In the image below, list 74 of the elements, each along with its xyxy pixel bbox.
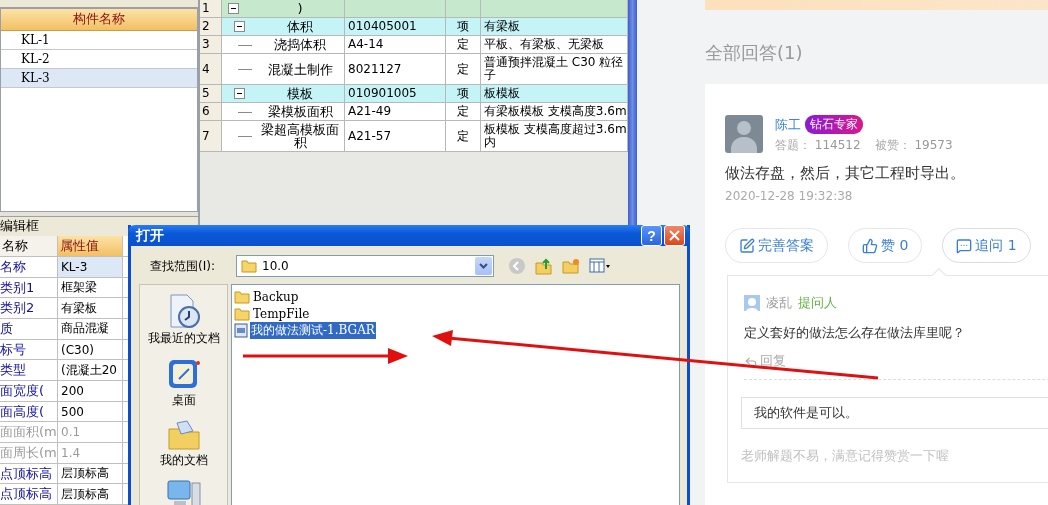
user-icon: [744, 295, 760, 311]
document-icon: [234, 323, 248, 338]
property-value[interactable]: 500: [58, 401, 123, 423]
stat-value: 114512: [814, 138, 861, 152]
expert-badge: 钻石专家: [805, 115, 863, 134]
row-number: 6: [200, 103, 222, 121]
desktop-icon: [166, 357, 201, 391]
table-cell-text: 体积: [286, 18, 314, 35]
avatar-placeholder: [725, 115, 763, 153]
property-value[interactable]: 商品混凝: [58, 319, 123, 340]
timestamp: 2020-12-28 19:32:38: [725, 189, 854, 203]
table-cell-text: 混凝土制作: [266, 60, 334, 79]
edit-icon: [739, 237, 755, 254]
property-value[interactable]: 层顶标高: [58, 463, 123, 485]
reply-icon: [744, 354, 758, 368]
column-header: 属性值: [58, 236, 123, 257]
chevron-down-icon: [479, 263, 488, 269]
table-cell-text: 模板: [286, 85, 314, 102]
up-folder-icon[interactable]: [535, 257, 553, 275]
property-value[interactable]: (混凝土20: [58, 360, 123, 382]
file-name[interactable]: 我的做法测试-1.BGAR: [250, 322, 376, 339]
answer-text: 做法存盘，然后，其它工程时导出。: [725, 164, 966, 183]
table-cell-text: ): [296, 0, 304, 17]
stat-label: 被赞：: [874, 138, 911, 152]
close-button[interactable]: [664, 225, 685, 246]
place-label[interactable]: 我的文档: [159, 452, 208, 469]
collapse-toggle[interactable]: [234, 21, 245, 32]
author-name[interactable]: 陈工: [775, 115, 801, 134]
place-label[interactable]: 桌面: [171, 392, 196, 409]
property-value[interactable]: 有梁板: [58, 298, 123, 319]
look-in-dropdown[interactable]: 10.0: [236, 255, 494, 277]
table-cell-text: 梁模板面积: [266, 103, 334, 120]
field-label: 查找范围(I):: [150, 257, 216, 275]
folder-icon: [234, 306, 250, 321]
property-value[interactable]: (C30): [58, 339, 123, 361]
property-value[interactable]: 200: [58, 381, 123, 402]
row-number: 1: [200, 0, 222, 18]
collapse-toggle[interactable]: [234, 88, 245, 99]
column-header: 名称: [0, 236, 58, 257]
file-name[interactable]: Backup: [252, 289, 300, 304]
question-text: 定义套好的做法怎么存在做法库里呢？: [744, 324, 966, 342]
collapse-toggle[interactable]: [228, 3, 239, 14]
stat-label: 答题：: [775, 138, 811, 152]
close-icon: [669, 230, 680, 241]
row-number: 7: [200, 121, 222, 152]
comment-icon: [956, 237, 973, 254]
stat-value: 19573: [914, 138, 953, 152]
row-number: 3: [200, 36, 222, 54]
input-field[interactable]: 我的软件是可以。: [741, 397, 1048, 429]
help-button[interactable]: ?: [641, 225, 662, 246]
thumbs-up-icon: [862, 237, 878, 254]
property-value[interactable]: 层顶标高: [58, 484, 123, 505]
row-number: 4: [200, 54, 222, 85]
file-name[interactable]: TempFile: [252, 306, 311, 321]
action-button[interactable]: 赞 0: [848, 228, 923, 263]
table-cell: A21-57: [345, 121, 446, 152]
row-number: 5: [200, 85, 222, 103]
folder-icon: [241, 259, 257, 273]
table-cell-text: 梁超高模板面积: [260, 121, 340, 151]
column-header: 构件名称: [1, 8, 197, 31]
table-cell-text: 浇捣体积: [273, 36, 327, 53]
action-button[interactable]: 追问 1: [942, 228, 1031, 263]
role-tag: 提问人: [798, 294, 837, 312]
action-button[interactable]: 完善答案: [725, 228, 828, 263]
view-menu-icon[interactable]: [589, 258, 611, 274]
table-cell: 定: [446, 121, 481, 152]
computer-icon: [165, 479, 202, 505]
property-value[interactable]: 框架梁: [58, 277, 123, 299]
folder-icon: [234, 289, 250, 304]
section-heading: 全部回答(1): [705, 41, 804, 65]
property-value[interactable]: KL-3: [58, 257, 123, 278]
row-number: 2: [200, 18, 222, 36]
place-label[interactable]: 我最近的文档: [147, 330, 220, 347]
documents-folder-icon: [166, 419, 201, 451]
